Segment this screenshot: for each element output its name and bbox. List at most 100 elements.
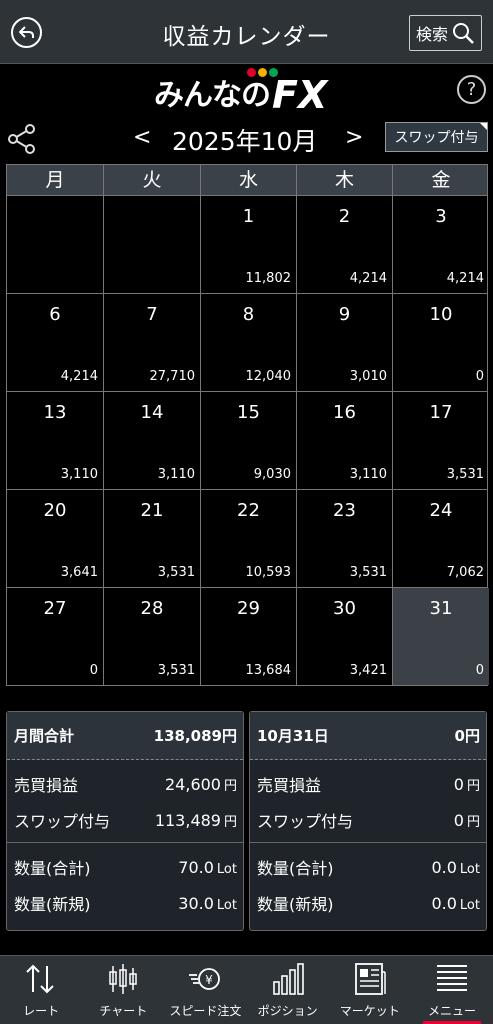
nav-chart[interactable]: チャート (82, 956, 164, 1024)
nav-market[interactable]: マーケット (329, 956, 411, 1024)
day-qty-total-row: 数量(合計) 0.0 Lot (257, 857, 480, 879)
calendar-day-number: 7 (146, 304, 158, 325)
calendar-day-number: 9 (338, 304, 351, 325)
calendar-day-cell[interactable]: 7 27,710 (104, 294, 201, 391)
calendar-day-cell[interactable]: 8 12,040 (201, 294, 297, 391)
calendar-day-profit: 3,110 (349, 467, 387, 482)
day-summary-title: 10月31日 (257, 727, 329, 745)
calendar-day-cell[interactable]: 22 10,593 (201, 490, 297, 587)
day-swap-row: スワップ付与 0円 (257, 810, 480, 832)
calendar-week-row: 13 3,110 14 3,110 15 9,030 16 3,110 17 3,531 (7, 391, 487, 489)
calendar-day-cell[interactable]: 17 3,531 (393, 392, 489, 489)
month-trade-row: 売買損益 24,600 円 (14, 774, 237, 796)
calendar-day-cell[interactable]: 14 3,110 (104, 392, 201, 489)
weekday-tue: 火 (104, 165, 201, 195)
search-button[interactable]: 検索 (409, 15, 482, 51)
calendar-day-number: 16 (333, 402, 356, 423)
calendar-day-cell[interactable]: 10 0 (393, 294, 489, 391)
calendar-day-profit: 4,214 (349, 271, 387, 286)
calendar-day-profit: 3,110 (60, 467, 98, 482)
calendar-day-profit: 27,710 (149, 369, 196, 384)
bar-graph-icon (272, 963, 304, 995)
calendar-day-profit: 11,802 (245, 271, 292, 286)
rate-arrows-icon (26, 964, 54, 994)
help-button[interactable]: ? (457, 75, 486, 104)
calendar-day-cell[interactable]: 24 7,062 (393, 490, 489, 587)
calendar-day-profit: 3,531 (349, 565, 387, 580)
calendar-day-number: 30 (333, 598, 356, 619)
calendar-day-profit: 10,593 (245, 565, 292, 580)
calendar-week-row: 1 11,802 2 4,214 3 4,214 (7, 195, 487, 293)
newspaper-icon (354, 963, 386, 995)
calendar-day-cell[interactable]: 29 13,684 (201, 588, 297, 685)
weekday-thu: 木 (297, 165, 393, 195)
calendar-day-number: 20 (43, 500, 67, 521)
logo-fx: FX (272, 73, 328, 117)
share-icon[interactable] (8, 124, 36, 154)
calendar-day-cell[interactable]: 15 9,030 (201, 392, 297, 489)
day-trade-row: 売買損益 0円 (257, 774, 480, 796)
calendar-day-cell[interactable]: 16 3,110 (297, 392, 393, 489)
nav-position[interactable]: ポジション (247, 956, 329, 1024)
calendar-day-cell[interactable]: 20 3,641 (7, 490, 104, 587)
day-summary-panel: 10月31日 0円 売買損益 0円 スワップ付与 0円 数量(合計) 0.0 Lo… (249, 711, 487, 931)
calendar-day-number: 8 (242, 304, 255, 325)
calendar-day-number: 29 (237, 598, 260, 619)
app-header: 収益カレンダー 検索 (0, 0, 493, 64)
swap-toggle-button[interactable]: スワップ付与 (385, 122, 488, 152)
calendar-day-number: 22 (237, 500, 260, 521)
calendar-day-number: 21 (140, 500, 164, 521)
calendar-day-profit: 3,641 (60, 565, 98, 580)
month-qty-new-row: 数量(新規) 30.0 Lot (14, 893, 237, 915)
weekday-header: 月 火 水 木 金 (7, 165, 487, 195)
nav-rate[interactable]: レート (0, 956, 82, 1024)
calendar-day-cell[interactable]: 30 3,421 (297, 588, 393, 685)
calendar-day-cell[interactable]: 1 11,802 (201, 196, 297, 293)
calendar-day-number: 23 (333, 500, 356, 521)
calendar-day-profit: 4,214 (446, 271, 484, 286)
bottom-nav: レート チャート ¥ スピード注文 ポジション マーケット メニュー (0, 955, 493, 1024)
month-label: 2025年10月 (172, 127, 318, 156)
next-month-button[interactable]: > (345, 125, 363, 150)
calendar-day-number: 28 (140, 598, 164, 619)
calendar-day-profit: 0 (475, 369, 484, 384)
calendar-day-number: 14 (140, 402, 164, 423)
prev-month-button[interactable]: < (133, 125, 151, 150)
calendar-day-cell[interactable]: 9 3,010 (297, 294, 393, 391)
calendar-day-cell[interactable]: 13 3,110 (7, 392, 104, 489)
day-total: 0円 (454, 727, 480, 745)
calendar-day-number: 31 (429, 598, 453, 619)
logo-dot-yellow (258, 68, 267, 77)
calendar-day-profit: 3,110 (157, 467, 195, 482)
calendar-body: 1 11,802 2 4,214 3 4,214 6 4,214 7 27,710 8 12,040 9… (7, 195, 489, 685)
calendar-day-number: 27 (43, 598, 67, 619)
nav-speed-order[interactable]: ¥ スピード注文 (164, 956, 246, 1024)
calendar-day-cell[interactable]: 28 3,531 (104, 588, 201, 685)
calendar-day-cell[interactable]: 27 0 (7, 588, 104, 685)
logo-dot-green (269, 68, 278, 77)
calendar-day-profit: 3,531 (446, 467, 484, 482)
month-swap-row: スワップ付与 113,489 円 (14, 810, 237, 832)
nav-menu[interactable]: メニュー (411, 956, 493, 1024)
weekday-wed: 水 (201, 165, 297, 195)
calendar-day-profit: 0 (475, 663, 484, 678)
calendar-day-number: 24 (429, 500, 453, 521)
calendar-day-cell[interactable]: 23 3,531 (297, 490, 393, 587)
calendar-day-profit: 7,062 (446, 565, 484, 580)
calendar-day-cell[interactable]: 3 4,214 (393, 196, 489, 293)
brand-logo: みんなの FX (154, 66, 327, 114)
calendar-day-number: 13 (43, 402, 67, 423)
search-label: 検索 (416, 25, 449, 44)
calendar-day-profit: 3,531 (157, 663, 195, 678)
calendar-day-cell[interactable]: 6 4,214 (7, 294, 104, 391)
month-total: 138,089円 (153, 727, 237, 745)
calendar-day-cell[interactable]: 21 3,531 (104, 490, 201, 587)
svg-text:¥: ¥ (206, 973, 214, 987)
calendar-day-number: 2 (338, 206, 351, 227)
month-summary-panel: 月間合計 138,089円 売買損益 24,600 円 スワップ付与 113,48… (6, 711, 244, 931)
calendar-day-cell[interactable]: 2 4,214 (297, 196, 393, 293)
candlestick-chart-icon (109, 964, 137, 994)
calendar-day-number: 1 (242, 206, 255, 227)
calendar-day-cell[interactable]: 31 0 (393, 588, 489, 685)
profit-calendar: 月 火 水 木 金 1 11,802 2 4,214 3 4,214 6 4,214 7 27,7… (6, 164, 489, 686)
